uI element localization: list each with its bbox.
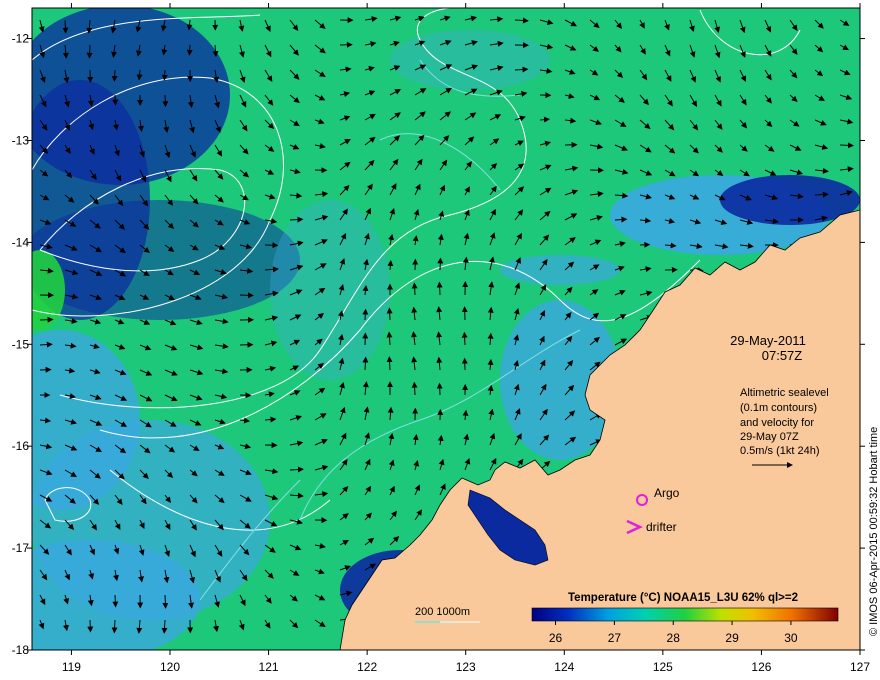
velocity-arrow — [386, 307, 393, 321]
velocity-arrow — [436, 382, 443, 396]
sst-patch — [270, 200, 390, 380]
y-tick-label: -15 — [12, 337, 30, 351]
sst-patch — [390, 30, 550, 90]
x-tick-label: 122 — [357, 660, 377, 674]
date-label: 29-May-2011 — [730, 333, 806, 348]
colorbar-tick-label: 30 — [784, 631, 798, 645]
velocity-arrow — [112, 594, 119, 608]
colorbar-title: Temperature (°C) NOAA15_L3U 62% ql>=2 — [568, 592, 798, 604]
altimetry-line-3: and velocity for — [740, 417, 814, 429]
altimetry-line-1: Altimetric sealevel — [740, 387, 829, 399]
velocity-arrow — [39, 316, 54, 323]
sst-map: 119 120 121 122 123 124 125 126 127 -12 -13 -14 -15… — [12, 3, 880, 674]
y-tick-label: -17 — [12, 541, 30, 555]
velocity-arrow — [839, 142, 854, 149]
velocity-arrow — [86, 44, 93, 59]
velocity-arrow — [362, 308, 369, 321]
velocity-arrow — [411, 381, 418, 396]
bathymetry-label: 200 1000m — [415, 606, 470, 618]
velocity-arrow — [411, 282, 418, 296]
y-tick-label: -12 — [12, 32, 30, 46]
x-tick-label: 125 — [653, 660, 673, 674]
velocity-arrow — [437, 257, 444, 271]
x-tick-label: 123 — [456, 660, 476, 674]
velocity-arrow — [39, 341, 53, 348]
velocity-arrow — [461, 331, 468, 346]
colorbar-tick-label: 29 — [725, 631, 739, 645]
velocity-arrow — [186, 44, 193, 56]
x-tick-label: 121 — [259, 660, 279, 674]
y-tick-label: -16 — [12, 439, 30, 453]
velocity-arrow — [87, 619, 94, 633]
altimetry-line-5: 0.5m/s (1kt 24h) — [740, 445, 819, 457]
x-tick-label: 120 — [160, 660, 180, 674]
altimetry-line-2: (0.1m contours) — [740, 402, 817, 414]
velocity-arrow — [162, 94, 169, 108]
velocity-arrow — [111, 619, 118, 634]
x-tick-label: 124 — [554, 660, 574, 674]
velocity-arrow — [239, 292, 254, 299]
velocity-arrow — [814, 191, 829, 198]
altimetry-line-4: 29-May 07Z — [740, 431, 799, 443]
velocity-arrow — [112, 94, 119, 106]
copyright-text: © IMOS 06-Apr-2015 00:59:32 Hobart time — [868, 427, 880, 636]
velocity-arrow — [111, 69, 118, 82]
velocity-arrow — [362, 356, 369, 371]
colorbar-tick-label: 28 — [667, 631, 681, 645]
velocity-arrow — [161, 69, 168, 81]
velocity-arrow — [436, 281, 443, 296]
y-tick-label: -14 — [12, 235, 30, 249]
time-label: 07:57Z — [762, 348, 803, 363]
argo-label: Argo — [654, 486, 680, 500]
velocity-arrow — [62, 19, 69, 34]
drifter-label: drifter — [646, 520, 677, 534]
sst-patch — [500, 255, 620, 285]
velocity-arrow — [289, 216, 304, 223]
colorbar — [531, 607, 839, 622]
velocity-arrow — [386, 356, 393, 371]
x-tick-label: 119 — [62, 660, 81, 674]
x-tick-label: 126 — [751, 660, 771, 674]
y-tick-label: -18 — [12, 643, 30, 657]
x-tick-label: 127 — [850, 660, 870, 674]
velocity-arrow — [162, 594, 169, 609]
colorbar-tick-label: 26 — [549, 631, 563, 645]
sst-patch — [32, 250, 65, 330]
y-tick-label: -13 — [12, 133, 30, 147]
colorbar-tick-label: 27 — [608, 631, 622, 645]
